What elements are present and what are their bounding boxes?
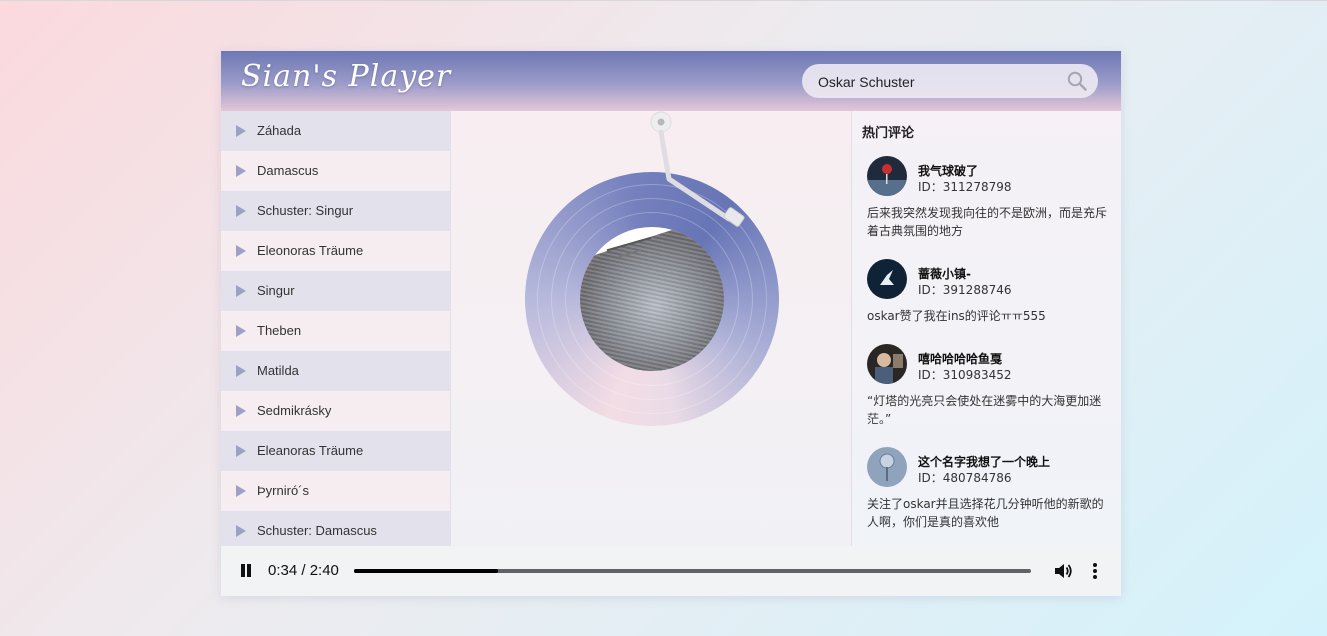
song-title: Þyrniró´s: [257, 483, 310, 498]
playlist-item[interactable]: Schuster: Damascus: [221, 511, 450, 546]
comment-user-id: ID：310983452: [918, 368, 1012, 382]
playlist-item[interactable]: Theben: [221, 311, 450, 351]
header: Sian's Player: [221, 51, 1121, 111]
more-options-icon[interactable]: [1091, 562, 1099, 580]
song-title: Eleonoras Träume: [257, 243, 364, 258]
turntable-stage: [450, 111, 852, 546]
comment-user-id: ID：480784786: [918, 471, 1012, 485]
song-title: Schuster: Singur: [257, 203, 354, 218]
song-title: Singur: [257, 283, 295, 298]
app-logo: Sian's Player: [241, 59, 452, 94]
playback-time: 0:34 / 2:40: [268, 562, 339, 579]
tonearm-icon: [650, 111, 745, 227]
hot-comments-panel: 热门评论 我气球破了 ID：311278798 后来我突然发现我向往的不是欧洲，…: [851, 111, 1121, 546]
playlist-item[interactable]: Eleonoras Träume: [221, 231, 450, 271]
comment-user-id: ID：391288746: [918, 283, 1012, 297]
comment-text: oskar赞了我在ins的评论ㅠㅠ555: [867, 309, 1046, 323]
search-icon[interactable]: [1067, 71, 1087, 91]
song-title: Damascus: [257, 163, 319, 178]
play-icon: [236, 365, 246, 377]
audio-controls: 0:34 / 2:40: [221, 546, 1121, 596]
play-icon: [236, 485, 246, 497]
play-icon: [236, 245, 246, 257]
playlist: Záhada Damascus Schuster: Singur Eleonor…: [221, 111, 450, 546]
song-title: Matilda: [257, 363, 299, 378]
playlist-item[interactable]: Eleanoras Träume: [221, 431, 450, 471]
comment-user-id: ID：311278798: [918, 180, 1012, 194]
playlist-item[interactable]: Damascus: [221, 151, 450, 191]
pause-button[interactable]: [240, 564, 252, 578]
comment-username[interactable]: 嘻哈哈哈哈鱼戛: [918, 350, 1002, 367]
play-icon: [236, 445, 246, 457]
comment-username[interactable]: 这个名字我想了一个晚上: [918, 453, 1050, 470]
playlist-item[interactable]: Þyrniró´s: [221, 471, 450, 511]
playlist-item[interactable]: Singur: [221, 271, 450, 311]
play-icon: [236, 525, 246, 537]
playlist-item[interactable]: Sedmikrásky: [221, 391, 450, 431]
playlist-item[interactable]: Matilda: [221, 351, 450, 391]
progress-bar[interactable]: [354, 569, 1031, 573]
play-icon: [236, 165, 246, 177]
comment-text: 后来我突然发现我向往的不是欧洲，而是充斥着古典氛围的地方: [867, 206, 1108, 238]
song-title: Eleanoras Träume: [257, 443, 364, 458]
progress-fill: [354, 569, 498, 573]
music-player: Sian's Player Záhada Damascus Schuster: …: [221, 51, 1121, 596]
play-icon: [236, 205, 246, 217]
playlist-item[interactable]: Schuster: Singur: [221, 191, 450, 231]
search-input[interactable]: [816, 64, 1060, 100]
comment-username[interactable]: 蔷薇小镇-: [918, 265, 971, 282]
comment-username[interactable]: 我气球破了: [918, 162, 978, 179]
comment-text: “灯塔的光亮只会使处在迷雾中的大海更加迷茫。”: [867, 394, 1102, 426]
play-icon: [236, 125, 246, 137]
song-title: Schuster: Damascus: [257, 523, 377, 538]
playlist-item[interactable]: Záhada: [221, 111, 450, 151]
song-title: Theben: [257, 323, 302, 338]
song-title: Záhada: [257, 123, 302, 138]
avatar[interactable]: [867, 259, 907, 299]
comments-title: 热门评论: [862, 126, 915, 141]
avatar[interactable]: [867, 344, 907, 384]
song-title: Sedmikrásky: [257, 403, 332, 418]
search-box[interactable]: [802, 64, 1098, 100]
avatar[interactable]: [867, 447, 907, 487]
volume-icon[interactable]: [1053, 561, 1073, 581]
comment-text: 关注了oskar并且选择花几分钟听他的新歌的人啊，你们是真的喜欢他: [867, 497, 1104, 529]
play-icon: [236, 285, 246, 297]
top-divider: [0, 0, 1327, 1]
play-icon: [236, 405, 246, 417]
avatar[interactable]: [867, 156, 907, 196]
play-icon: [236, 325, 246, 337]
